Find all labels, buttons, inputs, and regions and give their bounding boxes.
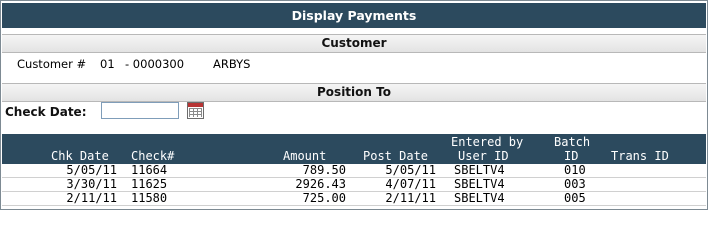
customer-name: ARBYS <box>213 57 251 71</box>
cell-user-id: SBELTV4 <box>454 177 505 191</box>
check-date-label: Check Date: <box>5 105 87 119</box>
page-title: Display Payments <box>2 3 706 28</box>
header-batch-id: ID <box>564 149 579 163</box>
cell-batch-id: 005 <box>564 191 586 205</box>
table-header: Entered by Batch Chk Date Check# Amount … <box>2 134 706 164</box>
position-section-header: Position To <box>2 83 706 102</box>
header-post-date: Post Date <box>363 149 429 163</box>
cell-chk-date: 3/30/11 <box>66 177 117 191</box>
payments-window: Display Payments Customer Customer # 01 … <box>0 0 708 210</box>
header-entered-by: Entered by <box>451 135 524 149</box>
cell-user-id: SBELTV4 <box>454 191 505 205</box>
header-chk-date: Chk Date <box>51 149 109 163</box>
cell-batch-id: 003 <box>564 177 586 191</box>
header-trans-id: Trans ID <box>611 149 669 163</box>
customer-code: 01 <box>100 57 115 71</box>
cell-batch-id: 010 <box>564 163 586 177</box>
customer-section-header: Customer <box>2 34 706 53</box>
cell-chk-date: 5/05/11 <box>66 163 117 177</box>
table-row[interactable]: 5/05/11 11664 789.50 5/05/11 SBELTV4 010 <box>2 164 706 178</box>
cell-post-date: 5/05/11 <box>385 163 436 177</box>
header-user-id: User ID <box>458 149 509 163</box>
calendar-icon[interactable] <box>187 102 204 119</box>
cell-amount: 2926.43 <box>295 177 346 191</box>
cell-check-number: 11625 <box>131 177 168 191</box>
cell-check-number: 11664 <box>131 163 168 177</box>
cell-amount: 789.50 <box>302 163 346 177</box>
cell-chk-date: 2/11/11 <box>66 191 117 205</box>
cell-check-number: 11580 <box>131 191 168 205</box>
header-check-number: Check# <box>131 149 175 163</box>
cell-post-date: 2/11/11 <box>385 191 436 205</box>
check-date-input[interactable] <box>101 102 179 119</box>
payments-table: 5/05/11 11664 789.50 5/05/11 SBELTV4 010… <box>2 164 706 206</box>
cell-user-id: SBELTV4 <box>454 163 505 177</box>
customer-label: Customer # <box>17 57 87 71</box>
table-row[interactable]: 3/30/11 11625 2926.43 4/07/11 SBELTV4 00… <box>2 178 706 192</box>
header-batch: Batch <box>554 135 591 149</box>
header-amount: Amount <box>283 149 327 163</box>
table-row[interactable]: 2/11/11 11580 725.00 2/11/11 SBELTV4 005 <box>2 192 706 206</box>
cell-amount: 725.00 <box>302 191 346 205</box>
customer-number: - 0000300 <box>125 57 185 71</box>
cell-post-date: 4/07/11 <box>385 177 436 191</box>
